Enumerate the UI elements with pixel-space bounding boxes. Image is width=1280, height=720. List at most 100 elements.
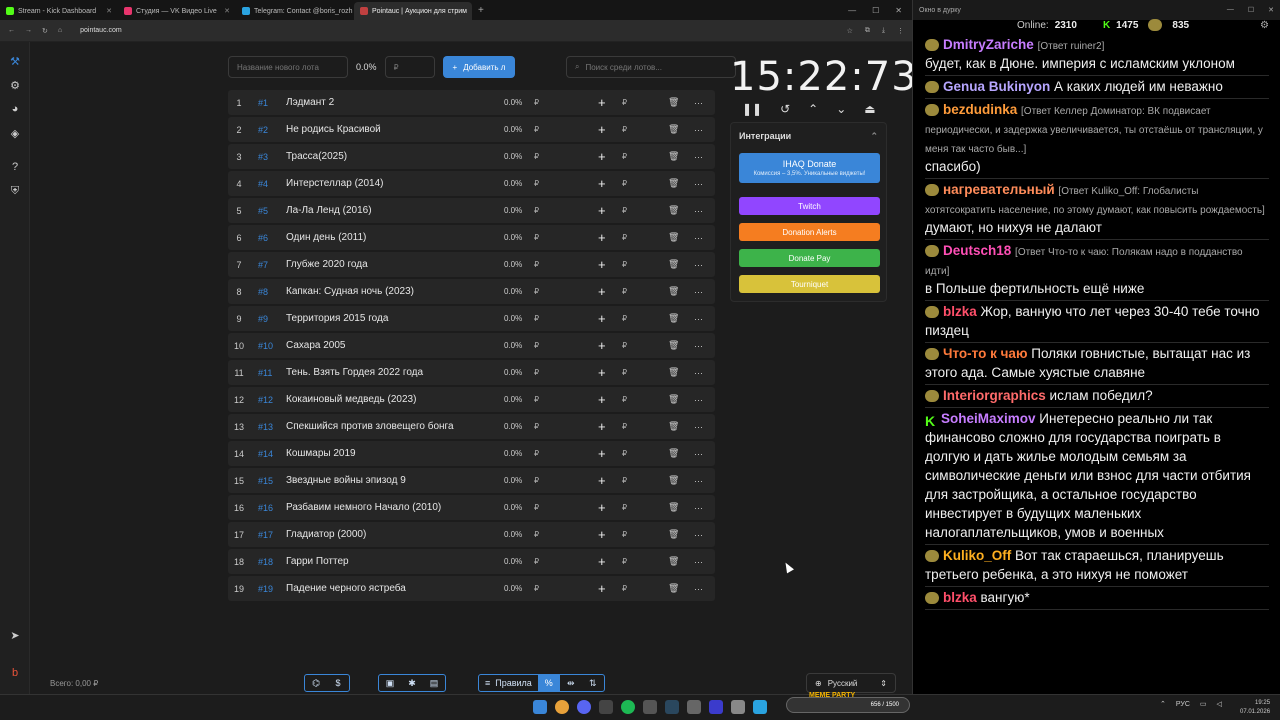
more-icon[interactable]: ···: [694, 260, 703, 270]
amount-input[interactable]: ₽: [622, 476, 627, 485]
url-field[interactable]: pointauc.com: [80, 27, 122, 34]
boosty-icon[interactable]: b: [8, 666, 22, 680]
trash-icon[interactable]: 🗑: [668, 151, 679, 162]
clock[interactable]: 19:25 07.01.2026: [1240, 699, 1270, 717]
add-amount-icon[interactable]: +: [598, 554, 606, 569]
more-icon[interactable]: ···: [694, 233, 703, 243]
lot-id[interactable]: #13: [250, 422, 286, 432]
lot-id[interactable]: #11: [250, 368, 286, 378]
trash-icon[interactable]: 🗑: [668, 583, 679, 594]
maximize-icon[interactable]: ☐: [872, 6, 879, 15]
spotify-icon[interactable]: [621, 700, 635, 714]
ihaq-donate-button[interactable]: IHAQ Donate Комиссия – 3,5%. Уникальные в…: [739, 153, 880, 183]
lot-name[interactable]: Кокаиновый медведь (2023): [286, 394, 496, 405]
add-amount-icon[interactable]: +: [598, 257, 606, 272]
lot-name-input[interactable]: [228, 56, 348, 78]
add-amount-icon[interactable]: +: [598, 527, 606, 542]
layers-icon[interactable]: ◈: [8, 126, 22, 140]
keyboard-lang[interactable]: РУС: [1176, 701, 1190, 708]
more-icon[interactable]: ···: [694, 584, 703, 594]
trash-icon[interactable]: 🗑: [668, 232, 679, 243]
add-amount-icon[interactable]: +: [598, 95, 606, 110]
chat-username[interactable]: DmitryZariche: [943, 37, 1034, 52]
amount-input[interactable]: ₽: [622, 260, 627, 269]
lot-row[interactable]: 2 #2 Не родись Красивой 0.0% ₽ + ₽ 🗑 ···: [228, 117, 715, 142]
windows-start-icon[interactable]: [533, 700, 547, 714]
language-select[interactable]: ⊕ Русский ⇕: [806, 673, 896, 693]
menu-icon[interactable]: ⋮: [897, 27, 904, 35]
lot-id[interactable]: #6: [250, 233, 286, 243]
trash-icon[interactable]: 🗑: [668, 421, 679, 432]
lot-row[interactable]: 18 #18 Гарри Поттер 0.0% ₽ + ₽ 🗑 ···: [228, 549, 715, 574]
amount-input[interactable]: ₽: [622, 584, 627, 593]
new-tab-icon[interactable]: +: [478, 5, 484, 16]
add-amount-icon[interactable]: +: [598, 419, 606, 434]
amount-input[interactable]: ₽: [622, 395, 627, 404]
save-icon[interactable]: ▣: [379, 675, 401, 691]
close-window-icon[interactable]: ✕: [1268, 6, 1274, 14]
add-amount-icon[interactable]: +: [598, 446, 606, 461]
trash-icon[interactable]: 🗑: [668, 340, 679, 351]
lot-name[interactable]: Не родись Красивой: [286, 124, 496, 135]
chat-username[interactable]: blzka: [943, 590, 977, 605]
donate-pay-button[interactable]: Donate Pay: [739, 249, 880, 267]
chrome-icon[interactable]: [555, 700, 569, 714]
collapse-icon[interactable]: ⏏: [864, 102, 875, 116]
shield-icon[interactable]: ⛨: [8, 184, 22, 198]
forward-icon[interactable]: →: [25, 27, 32, 34]
trash-icon[interactable]: 🗑: [668, 394, 679, 405]
settings-icon[interactable]: ⚙: [1260, 20, 1269, 31]
telegram-icon[interactable]: [753, 700, 767, 714]
amount-input[interactable]: ₽: [622, 557, 627, 566]
lot-name[interactable]: Разбавим немного Начало (2010): [286, 502, 496, 513]
rules-button[interactable]: ≡ Правила: [479, 675, 538, 691]
add-amount-icon[interactable]: +: [598, 149, 606, 164]
back-icon[interactable]: ←: [8, 27, 15, 34]
more-icon[interactable]: ···: [694, 476, 703, 486]
home-icon[interactable]: ⌂: [58, 27, 62, 34]
chevron-down-icon[interactable]: ⌄: [836, 102, 846, 116]
lot-row[interactable]: 12 #12 Кокаиновый медведь (2023) 0.0% ₽ + ₽ 🗑 ··…: [228, 387, 715, 412]
extensions-icon[interactable]: ⧉: [865, 27, 870, 35]
more-icon[interactable]: ···: [694, 395, 703, 405]
lot-id[interactable]: #15: [250, 476, 286, 486]
more-icon[interactable]: ···: [694, 368, 703, 378]
lot-row[interactable]: 8 #8 Капкан: Судная ночь (2023) 0.0% ₽ + ₽ 🗑 ···: [228, 279, 715, 304]
trash-icon[interactable]: 🗑: [668, 178, 679, 189]
more-icon[interactable]: ···: [694, 287, 703, 297]
reset-icon[interactable]: ↺: [780, 102, 790, 116]
lot-name[interactable]: Лэдмант 2: [286, 97, 496, 108]
add-amount-icon[interactable]: +: [598, 338, 606, 353]
chat-username[interactable]: Что-то к чаю: [943, 346, 1027, 361]
more-icon[interactable]: ···: [694, 503, 703, 513]
lot-id[interactable]: #17: [250, 530, 286, 540]
more-icon[interactable]: ···: [694, 314, 703, 324]
volume-icon[interactable]: ◁: [1217, 700, 1222, 708]
trash-icon[interactable]: 🗑: [668, 529, 679, 540]
amount-input[interactable]: ₽: [622, 530, 627, 539]
more-icon[interactable]: ···: [694, 530, 703, 540]
chat-username[interactable]: bezdudinka: [943, 102, 1017, 117]
amount-input[interactable]: ₽: [622, 152, 627, 161]
lot-row[interactable]: 17 #17 Гладиатор (2000) 0.0% ₽ + ₽ 🗑 ···: [228, 522, 715, 547]
search-input[interactable]: ⌕ Поиск среди лотов...: [566, 56, 736, 78]
add-amount-icon[interactable]: +: [598, 203, 606, 218]
close-icon[interactable]: ✕: [471, 7, 472, 15]
lot-id[interactable]: #18: [250, 557, 286, 567]
lot-row[interactable]: 19 #19 Падение черного ястреба 0.0% ₽ + ₽ 🗑 ···: [228, 576, 715, 601]
add-amount-icon[interactable]: +: [598, 122, 606, 137]
add-amount-icon[interactable]: +: [598, 311, 606, 326]
chevron-up-icon[interactable]: ⌃: [808, 102, 818, 116]
trash-icon[interactable]: 🗑: [668, 124, 679, 135]
app-icon[interactable]: [731, 700, 745, 714]
amount-input[interactable]: ₽: [622, 422, 627, 431]
obs-icon[interactable]: [599, 700, 613, 714]
download-icon[interactable]: ⤓: [882, 27, 885, 35]
tab-kick[interactable]: Stream - Kick Dashboard ✕: [0, 2, 118, 20]
add-amount-icon[interactable]: +: [598, 500, 606, 515]
lot-id[interactable]: #1: [250, 98, 286, 108]
amount-input[interactable]: ₽: [622, 125, 627, 134]
tab-pointauc[interactable]: Pointauc | Аукцион для стрим ✕: [354, 2, 472, 20]
lot-id[interactable]: #16: [250, 503, 286, 513]
lot-id[interactable]: #9: [250, 314, 286, 324]
